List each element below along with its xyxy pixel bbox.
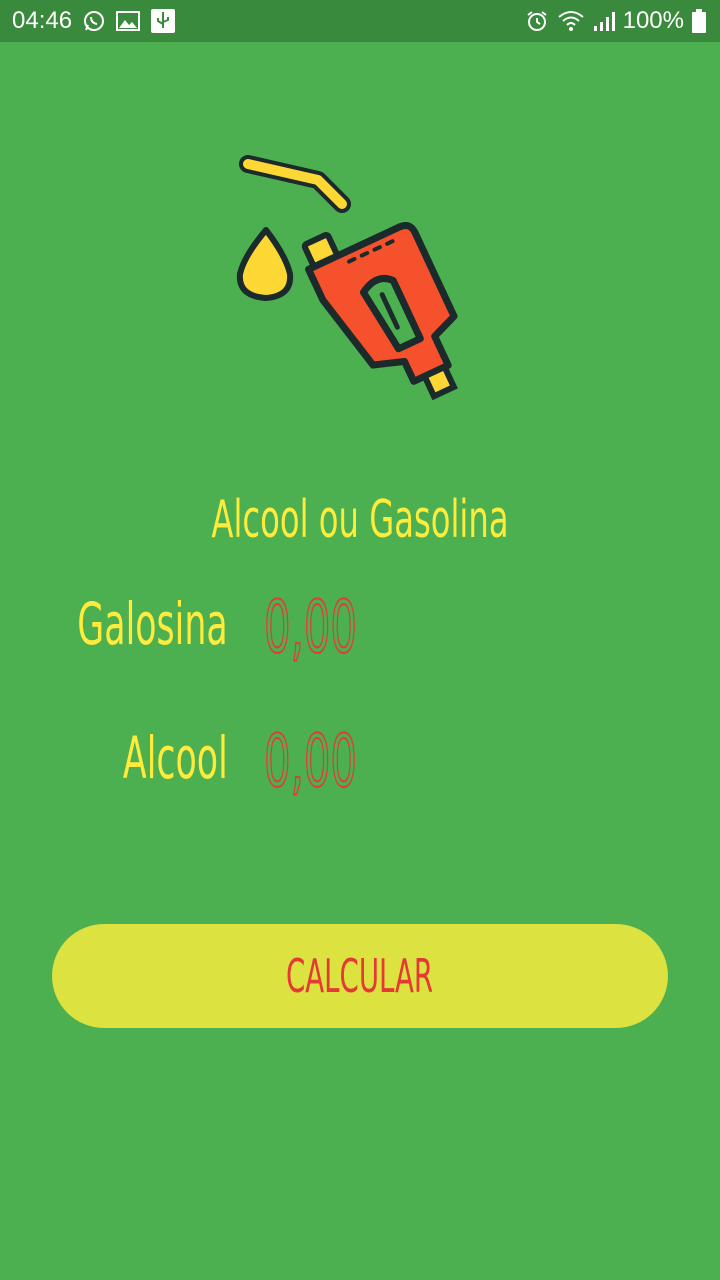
- alarm-icon: [525, 9, 549, 33]
- usb-icon: [150, 8, 176, 34]
- gasolina-price-input[interactable]: [264, 582, 438, 672]
- gasolina-label: Galosina: [77, 590, 228, 658]
- battery-icon: [692, 9, 706, 33]
- image-icon: [116, 10, 140, 32]
- alcool-row: Alcool: [0, 716, 720, 824]
- calculate-button-label: CALCULAR: [286, 949, 434, 1003]
- whatsapp-icon: [82, 9, 106, 33]
- app-title: Alcool ou Gasolina: [211, 490, 509, 550]
- status-bar: 04:46 100%: [0, 0, 720, 42]
- signal-icon: [593, 10, 615, 32]
- calculate-button[interactable]: CALCULAR: [52, 924, 668, 1028]
- wifi-icon: [557, 9, 585, 33]
- battery-percent: 100%: [622, 7, 684, 34]
- fuel-pump-nozzle-icon: [230, 152, 490, 412]
- alcool-label: Alcool: [123, 724, 228, 792]
- status-time: 04:46: [12, 7, 73, 34]
- gasolina-row: Galosina: [0, 582, 720, 690]
- app-screen: Alcool ou Gasolina Galosina Alcool CALCU…: [0, 42, 720, 1280]
- alcool-price-input[interactable]: [264, 716, 438, 806]
